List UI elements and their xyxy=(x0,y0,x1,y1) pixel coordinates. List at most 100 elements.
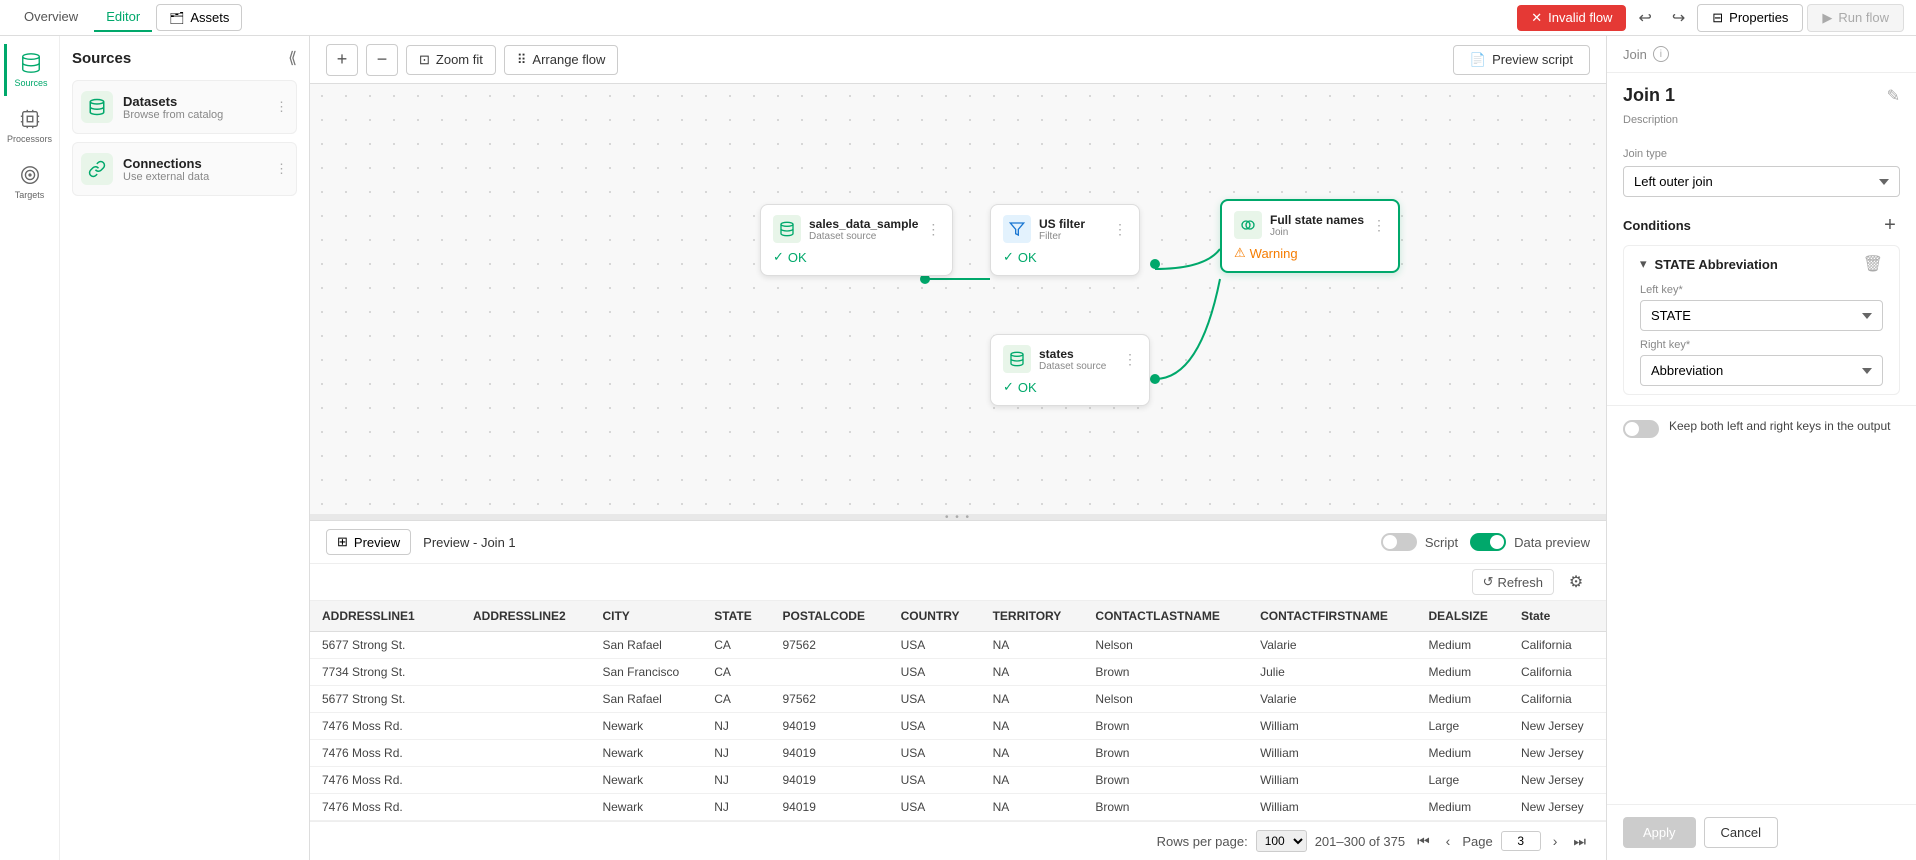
table-cell: Brown xyxy=(1083,740,1248,767)
table-cell: New Jersey xyxy=(1509,767,1606,794)
table-cell: 94019 xyxy=(771,713,889,740)
connections-card-more[interactable]: ⋮ xyxy=(275,161,288,177)
sidebar-collapse-button[interactable]: ⟪ xyxy=(288,48,297,68)
zoom-in-button[interactable]: + xyxy=(326,44,358,76)
table-header: ADDRESSLINE1 xyxy=(310,601,461,632)
add-condition-button[interactable]: + xyxy=(1880,215,1900,235)
node-states[interactable]: states Dataset source ⋮ ✓OK xyxy=(990,334,1150,406)
folder-icon: 🗂 xyxy=(169,11,184,25)
arrange-icon: ⠿ xyxy=(517,52,527,68)
script-toggle[interactable] xyxy=(1381,533,1417,551)
node-states-title: states xyxy=(1039,347,1115,361)
table-cell: 5677 Strong St. xyxy=(310,686,461,713)
table-row[interactable]: 5677 Strong St.San RafaelCA97562USANANel… xyxy=(310,632,1606,659)
table-cell: Newark xyxy=(590,794,702,821)
table-row[interactable]: 7476 Moss Rd.NewarkNJ94019USANABrownWill… xyxy=(310,794,1606,821)
arrange-flow-button[interactable]: ⠿ Arrange flow xyxy=(504,45,619,75)
node-us-filter[interactable]: US filter Filter ⋮ ✓OK xyxy=(990,204,1140,276)
datasets-card[interactable]: Datasets Browse from catalog ⋮ xyxy=(72,80,297,134)
table-cell: USA xyxy=(889,740,981,767)
datasets-card-more[interactable]: ⋮ xyxy=(275,99,288,115)
table-cell: 97562 xyxy=(771,686,889,713)
rows-per-page-select[interactable]: 100 50 200 xyxy=(1256,830,1307,852)
preview-tab-button[interactable]: ⊞ Preview xyxy=(326,529,411,555)
edit-icon[interactable]: ✎ xyxy=(1887,86,1900,106)
left-key-select[interactable]: STATE xyxy=(1640,300,1883,331)
sidebar-item-targets[interactable]: Targets xyxy=(4,156,56,208)
node-states-more[interactable]: ⋮ xyxy=(1123,351,1137,368)
refresh-button[interactable]: ↺ Refresh xyxy=(1472,569,1554,595)
sidebar-item-sources[interactable]: Sources xyxy=(4,44,56,96)
datasets-icon xyxy=(88,98,106,116)
refresh-icon: ↺ xyxy=(1483,574,1494,590)
table-header: POSTALCODE xyxy=(771,601,889,632)
table-row[interactable]: 7476 Moss Rd.NewarkNJ94019USANABrownWill… xyxy=(310,767,1606,794)
connections-card[interactable]: Connections Use external data ⋮ xyxy=(72,142,297,196)
delete-icon[interactable]: 🗑 xyxy=(1863,254,1883,274)
sidebar-title: Sources xyxy=(72,50,131,67)
rows-per-page-label: Rows per page: xyxy=(1157,834,1248,849)
table-cell: Medium xyxy=(1417,686,1509,713)
canvas-toolbar: + − ⊡ Zoom fit ⠿ Arrange flow 📄 Preview … xyxy=(310,36,1606,84)
cancel-button[interactable]: Cancel xyxy=(1704,817,1778,848)
table-cell: NA xyxy=(981,659,1084,686)
node-filter-title: US filter xyxy=(1039,217,1105,231)
canvas[interactable]: sales_data_sample Dataset source ⋮ ✓OK U… xyxy=(310,84,1606,514)
preview-script-button[interactable]: 📄 Preview script xyxy=(1453,45,1590,75)
table-cell: 7476 Moss Rd. xyxy=(310,713,461,740)
table-cell: Large xyxy=(1417,713,1509,740)
apply-button[interactable]: Apply xyxy=(1623,817,1696,848)
table-row[interactable]: 5677 Strong St.San RafaelCA97562USANANel… xyxy=(310,686,1606,713)
table-cell xyxy=(461,713,590,740)
preview-panel: ⊞ Preview Preview - Join 1 Script Data p… xyxy=(310,520,1606,860)
settings-button[interactable]: ⚙ xyxy=(1562,568,1590,596)
redo-button[interactable]: ↪ xyxy=(1664,4,1693,32)
table-cell: William xyxy=(1248,767,1416,794)
filter-node-icon xyxy=(1009,221,1025,237)
table-row[interactable]: 7734 Strong St.San FranciscoCAUSANABrown… xyxy=(310,659,1606,686)
table-header: STATE xyxy=(702,601,770,632)
zoom-out-button[interactable]: − xyxy=(366,44,398,76)
table-row[interactable]: 7476 Moss Rd.NewarkNJ94019USANABrownWill… xyxy=(310,713,1606,740)
top-nav: Overview Editor 🗂 Assets ✕ Invalid flow … xyxy=(0,0,1916,36)
table-cell: 94019 xyxy=(771,740,889,767)
zoom-fit-button[interactable]: ⊡ Zoom fit xyxy=(406,45,496,75)
first-page-button[interactable]: ⏮ xyxy=(1413,831,1434,852)
join-type-select[interactable]: Left outer join Inner join Right outer j… xyxy=(1623,166,1900,197)
table-row[interactable]: 7476 Moss Rd.NewarkNJ94019USANABrownWill… xyxy=(310,740,1606,767)
left-key-label: Left key* xyxy=(1640,284,1883,296)
script-toggle-group: Script xyxy=(1381,533,1458,551)
page-input[interactable] xyxy=(1501,831,1541,851)
assets-button[interactable]: 🗂 Assets xyxy=(156,4,242,31)
last-page-button[interactable]: ⏭ xyxy=(1569,831,1590,852)
node-states-status: ✓OK xyxy=(1003,379,1137,395)
table-cell: New Jersey xyxy=(1509,740,1606,767)
table-cell: Medium xyxy=(1417,632,1509,659)
node-filter-more[interactable]: ⋮ xyxy=(1113,221,1127,238)
node-full-state-names[interactable]: Full state names Join ⋮ ⚠Warning xyxy=(1220,199,1400,273)
table-cell: NJ xyxy=(702,740,770,767)
right-key-select[interactable]: Abbreviation xyxy=(1640,355,1883,386)
table-cell: NA xyxy=(981,767,1084,794)
node-join-more[interactable]: ⋮ xyxy=(1372,217,1386,234)
script-icon: 📄 xyxy=(1470,52,1486,68)
node-filter-type: Filter xyxy=(1039,231,1105,242)
keep-both-toggle[interactable] xyxy=(1623,420,1659,438)
prev-page-button[interactable]: ‹ xyxy=(1442,831,1455,851)
node-sales-more[interactable]: ⋮ xyxy=(926,221,940,238)
undo-button[interactable]: ↩ xyxy=(1630,4,1659,32)
node-sales-data[interactable]: sales_data_sample Dataset source ⋮ ✓OK xyxy=(760,204,953,276)
sidebar: Sources Processors Targets Sources ⟪ xyxy=(0,36,310,860)
preview-title: Preview - Join 1 xyxy=(423,535,515,550)
nav-editor[interactable]: Editor xyxy=(94,3,152,32)
properties-button[interactable]: ⊟ Properties xyxy=(1697,4,1803,32)
data-preview-toggle[interactable] xyxy=(1470,533,1506,551)
sidebar-item-processors[interactable]: Processors xyxy=(4,100,56,152)
table-cell: NA xyxy=(981,686,1084,713)
next-page-button[interactable]: › xyxy=(1549,831,1562,851)
table-cell xyxy=(771,659,889,686)
data-table-container[interactable]: ADDRESSLINE1ADDRESSLINE2CITYSTATEPOSTALC… xyxy=(310,601,1606,821)
nav-overview[interactable]: Overview xyxy=(12,3,90,32)
collapse-icon[interactable]: ▾ xyxy=(1640,256,1647,272)
run-flow-button[interactable]: ▶ Run flow xyxy=(1807,4,1904,32)
